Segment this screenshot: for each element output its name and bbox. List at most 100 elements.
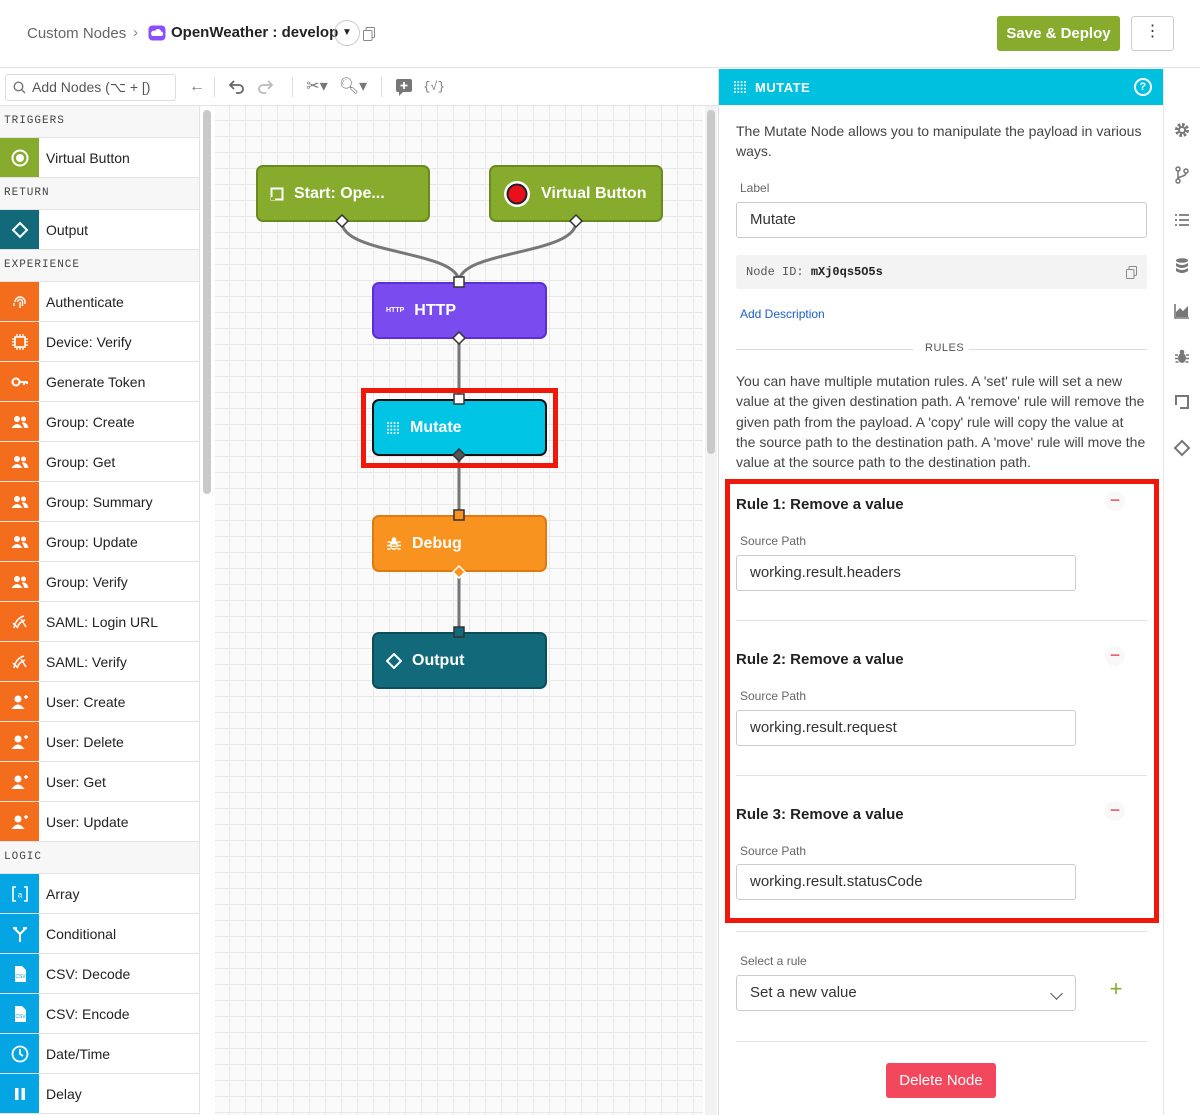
palette-item-group-update[interactable]: Group: Update xyxy=(0,522,199,562)
node-debug[interactable]: Debug xyxy=(372,515,547,572)
palette-item-label: Authenticate xyxy=(46,293,124,310)
copy-icon[interactable] xyxy=(1126,266,1137,279)
chart-icon[interactable] xyxy=(1173,302,1191,320)
palette-item-output[interactable]: Output xyxy=(0,210,199,250)
palette-item-conditional[interactable]: Conditional xyxy=(0,914,199,954)
group-icon xyxy=(0,442,39,481)
add-nodes-search[interactable]: Add Nodes (⌥ + [) xyxy=(5,74,176,101)
palette-section-experience: EXPERIENCE xyxy=(0,250,199,282)
palette-item-group-summary[interactable]: Group: Summary xyxy=(0,482,199,522)
version-dropdown-button[interactable]: ▼ xyxy=(334,20,360,46)
palette-item-label: Group: Create xyxy=(46,413,135,430)
label-field-label: Label xyxy=(740,181,770,195)
palette-item-label: Output xyxy=(46,221,89,238)
palette-item-user-delete[interactable]: User: Delete xyxy=(0,722,199,762)
palette-item-label: Group: Get xyxy=(46,453,116,470)
palette-item-saml-login-url[interactable]: SAML: Login URL xyxy=(0,602,199,642)
zoom-icon[interactable]: 🔍︎▾ xyxy=(338,77,368,97)
palette-item-virtual-button[interactable]: Virtual Button xyxy=(0,138,199,178)
palette-item-label: User: Get xyxy=(46,773,106,790)
palette-item-csv-decode[interactable]: CSV CSV: Decode xyxy=(0,954,199,994)
array-icon: a xyxy=(0,874,39,913)
node-output[interactable]: Output xyxy=(372,632,547,689)
delete-node-button[interactable]: Delete Node xyxy=(886,1063,996,1098)
node-start[interactable]: Start: Ope... xyxy=(256,165,430,222)
branch-icon xyxy=(0,914,39,953)
panel-header: MUTATE ? xyxy=(719,69,1163,105)
canvas-toolbar: Add Nodes (⌥ + [) ← ✂▾ 🔍︎▾ {√} xyxy=(0,69,718,106)
palette-item-device-verify[interactable]: Device: Verify xyxy=(0,322,199,362)
chip-icon xyxy=(0,322,39,361)
save-deploy-button[interactable]: Save & Deploy xyxy=(997,16,1120,51)
group-add-icon xyxy=(0,402,39,441)
user-add-icon xyxy=(0,682,39,721)
scissors-icon[interactable]: ✂▾ xyxy=(303,77,331,97)
palette-item-label: CSV: Decode xyxy=(46,965,131,982)
palette-item-user-get[interactable]: User: Get xyxy=(0,762,199,802)
start-square-icon xyxy=(270,187,284,201)
palette-item-authenticate[interactable]: Authenticate xyxy=(0,282,199,322)
palette-item-label: Date/Time xyxy=(46,1045,111,1062)
palette-item-group-create[interactable]: Group: Create xyxy=(0,402,199,442)
mutate-grid-icon xyxy=(386,421,400,435)
node-mutate[interactable]: Mutate xyxy=(372,399,547,456)
palette-item-generate-token[interactable]: Generate Token xyxy=(0,362,199,402)
redo-icon[interactable] xyxy=(256,77,276,97)
csv-icon: CSV xyxy=(0,954,39,993)
more-options-button[interactable]: ⋮ xyxy=(1131,16,1174,51)
clock-icon xyxy=(0,1034,39,1073)
rules-highlight-box xyxy=(725,479,1159,923)
help-icon[interactable]: ? xyxy=(1134,78,1152,96)
palette-item-group-verify[interactable]: Group: Verify xyxy=(0,562,199,602)
bug-icon xyxy=(386,536,402,552)
palette-item-group-get[interactable]: Group: Get xyxy=(0,442,199,482)
palette-item-label: Generate Token xyxy=(46,373,146,390)
palette-item-saml-verify[interactable]: SAML: Verify xyxy=(0,642,199,682)
copy-icon[interactable] xyxy=(363,27,375,41)
palette-item-label: Group: Summary xyxy=(46,493,153,510)
node-properties-panel: MUTATE ? The Mutate Node allows you to m… xyxy=(718,69,1163,1115)
select-rule-dropdown[interactable]: Set a new value xyxy=(736,975,1076,1011)
csv-icon: CSV xyxy=(0,994,39,1033)
breadcrumb-custom-nodes[interactable]: Custom Nodes xyxy=(27,25,126,42)
panel-title: MUTATE xyxy=(755,80,811,95)
palette-item-array[interactable]: a Array xyxy=(0,874,199,914)
search-icon xyxy=(13,81,26,94)
bug-icon[interactable] xyxy=(1173,348,1191,366)
label-input[interactable]: Mutate xyxy=(736,202,1147,238)
add-comment-icon[interactable] xyxy=(394,77,414,97)
palette-item-delay[interactable]: Delay xyxy=(0,1074,199,1114)
palette-scrollbar[interactable] xyxy=(203,110,211,494)
expression-icon[interactable]: {√} xyxy=(421,77,447,97)
node-virtual-button-label: Virtual Button xyxy=(541,184,647,202)
fingerprint-icon xyxy=(0,282,39,321)
palette-item-date-time[interactable]: Date/Time xyxy=(0,1034,199,1074)
collapse-palette-icon[interactable]: ← xyxy=(187,77,207,97)
workflow-canvas[interactable] xyxy=(215,106,703,1115)
group-verify-icon xyxy=(0,562,39,601)
cloud-icon xyxy=(148,25,166,41)
node-http[interactable]: HTTP HTTP xyxy=(372,282,547,339)
gear-icon[interactable] xyxy=(1173,121,1191,139)
toolbar-divider xyxy=(214,77,215,97)
start-square-icon[interactable] xyxy=(1173,393,1191,411)
add-description-link[interactable]: Add Description xyxy=(740,307,825,321)
palette-section-triggers: TRIGGERS xyxy=(0,106,199,138)
output-icon xyxy=(0,210,39,249)
chevron-down-icon xyxy=(1050,987,1063,1000)
palette-item-user-create[interactable]: User: Create xyxy=(0,682,199,722)
palette-item-user-update[interactable]: User: Update xyxy=(0,802,199,842)
palette-item-label: CSV: Encode xyxy=(46,1005,130,1022)
database-icon[interactable] xyxy=(1173,257,1191,275)
palette-item-csv-encode[interactable]: CSV CSV: Encode xyxy=(0,994,199,1034)
list-icon[interactable] xyxy=(1173,211,1191,229)
group-list-icon xyxy=(0,482,39,521)
output-diamond-icon[interactable] xyxy=(1173,439,1191,457)
node-virtual-button[interactable]: Virtual Button xyxy=(489,165,663,222)
add-rule-button[interactable]: + xyxy=(1105,978,1127,1001)
branch-icon[interactable] xyxy=(1173,166,1191,184)
caret-down-icon: ▼ xyxy=(342,27,352,38)
undo-icon[interactable] xyxy=(226,77,246,97)
record-button-icon xyxy=(503,180,531,208)
canvas-scrollbar[interactable] xyxy=(707,110,715,454)
